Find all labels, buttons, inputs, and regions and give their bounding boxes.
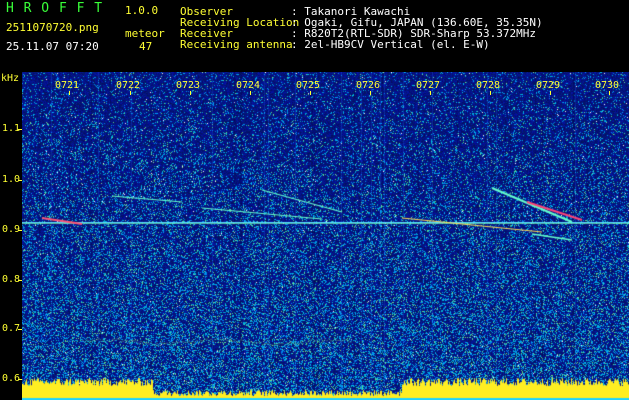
y-tick-mark (18, 129, 22, 130)
x-tick-mark (370, 91, 371, 95)
x-tick-mark (310, 91, 311, 95)
y-tick-mark (18, 180, 22, 181)
y-tick-mark (18, 379, 22, 380)
meteor-count: 47 (139, 40, 153, 53)
app-name: H R O F F T (6, 1, 104, 16)
x-tick-mark (250, 91, 251, 95)
spectrogram-canvas (22, 72, 629, 400)
app-version: 1.0.0 (125, 4, 159, 17)
antenna-label: Receiving antenna (180, 38, 293, 51)
x-tick-mark (130, 91, 131, 95)
y-tick-mark (18, 329, 22, 330)
x-tick-label: 0728 (476, 80, 501, 91)
x-tick-mark (490, 91, 491, 95)
date-time: 25.11.07 07:20 (6, 40, 99, 53)
y-tick-mark (18, 230, 22, 231)
x-tick-label: 0721 (55, 80, 80, 91)
x-tick-label: 0725 (296, 80, 321, 91)
x-tick-label: 0722 (116, 80, 141, 91)
x-tick-mark (609, 91, 610, 95)
x-tick-label: 0729 (536, 80, 561, 91)
meteor-label: meteor (125, 27, 165, 40)
x-tick-mark (69, 91, 70, 95)
antenna-value: : 2el-HB9CV Vertical (el. E-W) (291, 38, 490, 51)
x-tick-label: 0730 (595, 80, 620, 91)
x-tick-mark (190, 91, 191, 95)
spectrogram-plot (22, 72, 629, 400)
header-panel: H R O F F T 1.0.0 2511070720.png meteor … (0, 0, 629, 72)
x-tick-label: 0727 (416, 80, 441, 91)
x-tick-label: 0724 (236, 80, 261, 91)
y-axis-unit: kHz (1, 73, 20, 84)
x-tick-mark (550, 91, 551, 95)
x-tick-label: 0726 (356, 80, 381, 91)
x-tick-label: 0723 (176, 80, 201, 91)
y-tick-mark (18, 280, 22, 281)
file-name: 2511070720.png (6, 21, 99, 34)
x-tick-mark (430, 91, 431, 95)
